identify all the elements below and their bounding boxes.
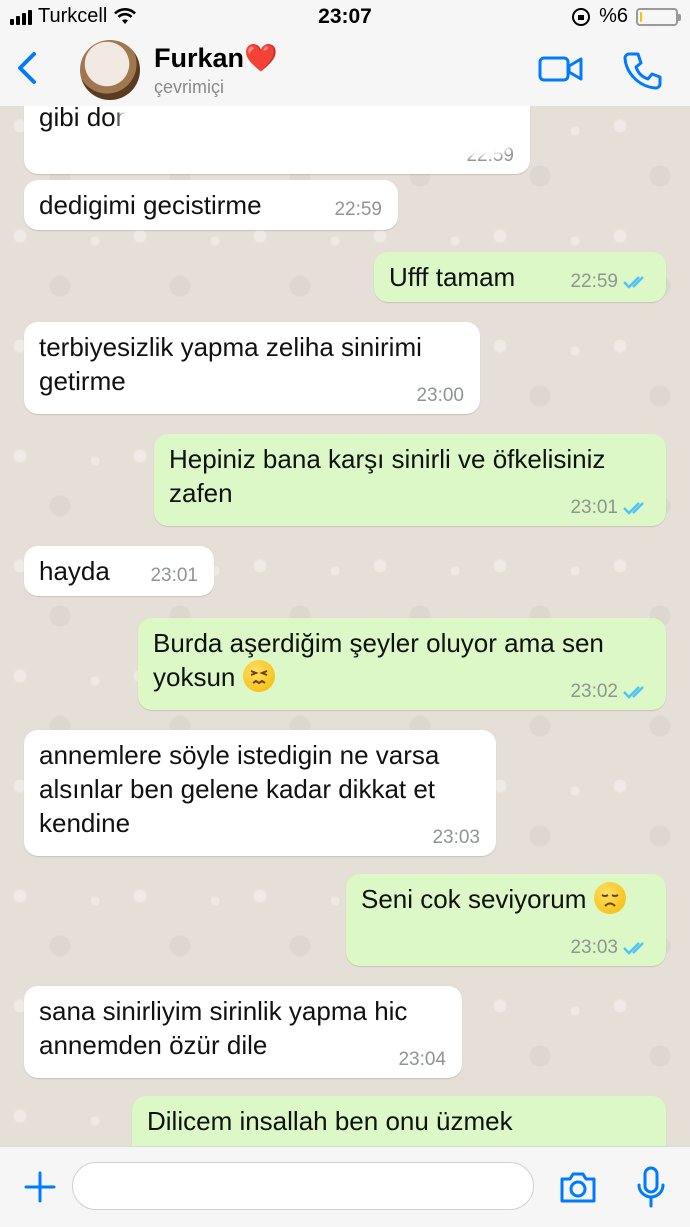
double-check-icon bbox=[623, 686, 644, 699]
time-label: 23:01 bbox=[570, 497, 618, 518]
time-label: 23:00 bbox=[416, 385, 464, 406]
contact-name[interactable]: Furkan❤️ bbox=[154, 42, 278, 74]
message-input[interactable] bbox=[72, 1162, 534, 1210]
status-right: %6 bbox=[571, 5, 681, 28]
message-time: 22:59 bbox=[570, 272, 650, 292]
time-label: 23:04 bbox=[398, 1049, 446, 1070]
chat-area[interactable]: gibi donerim insallah 22:59 dedigimi gec… bbox=[0, 106, 690, 1146]
double-check-icon bbox=[623, 276, 644, 289]
time-label: 22:59 bbox=[334, 199, 382, 220]
message-text: Dilicem insallah ben onu üzmek bbox=[147, 1106, 513, 1136]
message-text: Seni cok seviyorum bbox=[361, 884, 587, 914]
message-text-wrap: Seni cok seviyorum bbox=[361, 882, 650, 916]
time-label: 23:01 bbox=[150, 565, 198, 586]
contact-status: çevrimiçi bbox=[154, 77, 224, 97]
persevering-face-icon bbox=[242, 660, 275, 692]
message-outgoing[interactable]: Hepiniz bana karşı sinirli ve öfkelisini… bbox=[154, 434, 666, 526]
video-call-icon[interactable] bbox=[538, 54, 584, 84]
message-incoming[interactable]: annemlere söyle istedigin ne varsa alsın… bbox=[24, 730, 496, 856]
message-time: 23:03 bbox=[432, 828, 480, 848]
message-incoming[interactable]: terbiyesizlik yapma zeliha sinirimi geti… bbox=[24, 322, 480, 414]
plus-icon[interactable] bbox=[22, 1169, 58, 1205]
message-time: 23:01 bbox=[150, 566, 198, 586]
message-incoming[interactable]: dedigimi gecistirme 22:59 bbox=[24, 180, 398, 230]
message-time: 22:59 bbox=[334, 200, 382, 220]
message-time: 23:02 bbox=[570, 682, 650, 702]
avatar[interactable] bbox=[80, 40, 140, 100]
status-bar: Turkcell 23:07 %6 bbox=[0, 0, 690, 34]
double-check-icon bbox=[623, 942, 644, 955]
chat-header: Furkan❤️ çevrimiçi bbox=[0, 34, 690, 107]
message-outgoing[interactable]: Seni cok seviyorum 23:03 bbox=[346, 874, 666, 966]
message-incoming[interactable]: sana sinirliyim sirinlik yapma hic annem… bbox=[24, 986, 462, 1078]
scribble-redaction bbox=[120, 106, 520, 156]
battery-icon bbox=[636, 7, 681, 26]
battery-percent: %6 bbox=[599, 5, 628, 27]
message-text: Burda aşerdiğim şeyler oluyor ama sen yo… bbox=[153, 628, 604, 692]
message-text: terbiyesizlik yapma zeliha sinirimi geti… bbox=[39, 332, 422, 396]
message-outgoing[interactable]: Burda aşerdiğim şeyler oluyor ama sen yo… bbox=[138, 618, 666, 710]
time-label: 23:02 bbox=[570, 681, 618, 702]
message-text: Ufff tamam bbox=[389, 262, 516, 292]
message-time: 23:03 bbox=[570, 938, 650, 958]
message-time: 23:00 bbox=[416, 386, 464, 406]
phone-icon[interactable] bbox=[622, 50, 662, 90]
composer-bar bbox=[0, 1146, 690, 1227]
message-text: annemlere söyle istedigin ne varsa alsın… bbox=[39, 740, 440, 838]
message-text: dedigimi gecistirme bbox=[39, 190, 262, 220]
message-outgoing[interactable]: Ufff tamam 22:59 bbox=[374, 252, 666, 302]
message-outgoing[interactable]: Dilicem insallah ben onu üzmek bbox=[132, 1096, 666, 1146]
message-time: 23:01 bbox=[570, 498, 650, 518]
battery-level bbox=[640, 11, 642, 22]
microphone-icon[interactable] bbox=[636, 1165, 666, 1209]
time-label: 22:59 bbox=[570, 271, 618, 292]
back-chevron-icon[interactable] bbox=[10, 48, 46, 88]
orientation-lock-icon bbox=[572, 7, 591, 26]
time-label: 23:03 bbox=[432, 827, 480, 848]
message-incoming[interactable]: hayda 23:01 bbox=[24, 546, 214, 596]
message-text: hayda bbox=[39, 556, 110, 586]
message-text: sana sinirliyim sirinlik yapma hic annem… bbox=[39, 996, 408, 1060]
disappointed-face-icon bbox=[593, 882, 626, 914]
double-check-icon bbox=[623, 502, 644, 515]
camera-icon[interactable] bbox=[558, 1169, 598, 1205]
message-time: 23:04 bbox=[398, 1050, 446, 1070]
time-label: 23:03 bbox=[570, 937, 618, 958]
